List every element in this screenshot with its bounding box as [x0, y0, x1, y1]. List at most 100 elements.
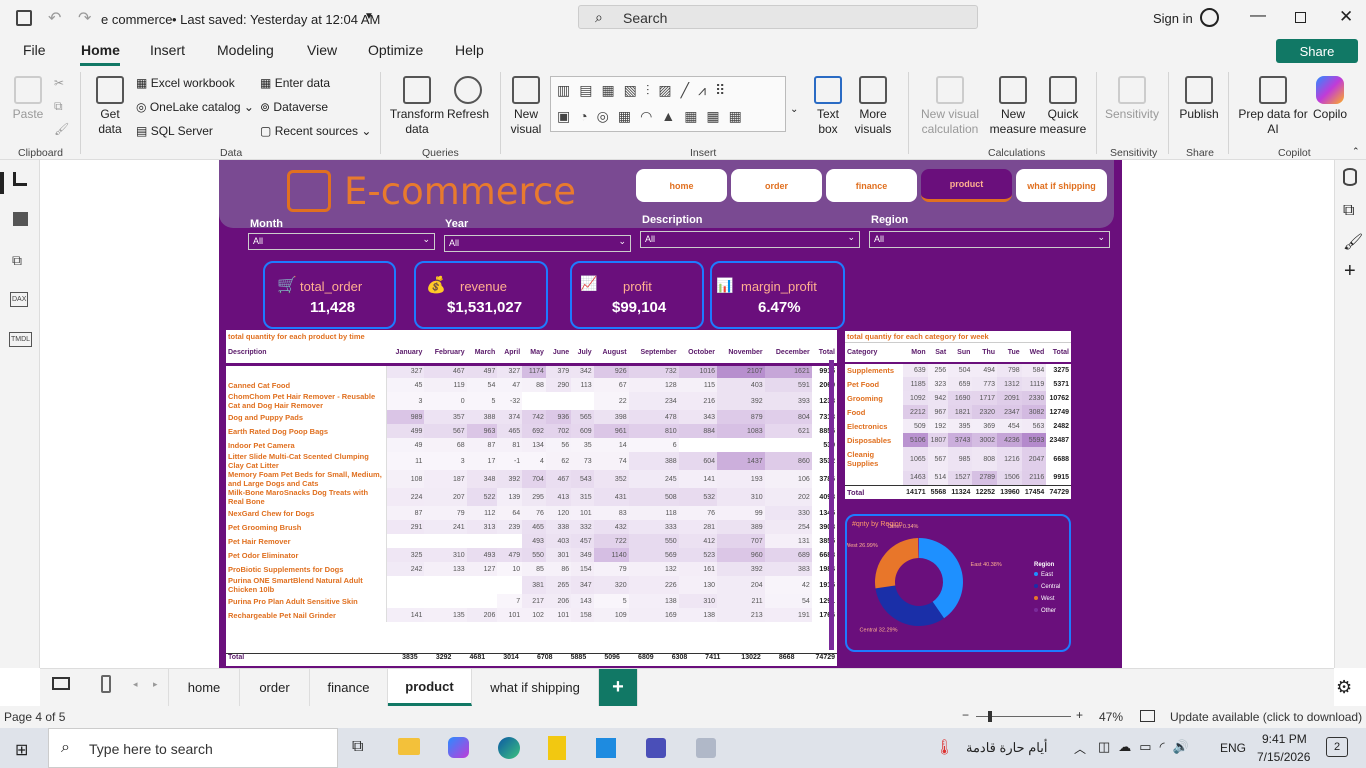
column-header[interactable]: Thu — [972, 343, 997, 363]
power-bi-icon[interactable] — [548, 736, 566, 760]
transform-data-button[interactable]: Transform data — [388, 76, 446, 137]
redo-icon[interactable]: ↷ — [78, 8, 91, 28]
table-row[interactable]: Dog and Puppy Pads 989 357 388 374 742 936 565 3… — [226, 410, 837, 424]
column-header[interactable]: Sun — [948, 343, 972, 363]
clock-date[interactable]: 7/15/2026 — [1257, 750, 1310, 764]
table-row[interactable]: Canned Cat Food 45 119 54 47 88 290 113 67 128 115… — [226, 378, 837, 392]
visual-gallery[interactable]: ▥▤▦▧⫶▨╱⩘⠿ ▣◔◎▦◠▲▦▦▦ — [550, 76, 786, 132]
table-row[interactable]: Pet Odor Eliminator 325 310 493 479 550 301 349… — [226, 548, 837, 562]
new-measure-button[interactable]: New measure — [988, 76, 1038, 137]
description-filter[interactable]: All ⌄ — [640, 231, 860, 248]
legend-item[interactable]: West — [1034, 596, 1060, 608]
desktop-layout-icon[interactable] — [52, 677, 70, 690]
donut-slice-west[interactable] — [875, 538, 919, 589]
refresh-button[interactable]: Refresh — [446, 76, 490, 122]
zoom-in-icon[interactable]: + — [1076, 708, 1083, 722]
nav-order-button[interactable]: order — [731, 169, 822, 202]
column-header[interactable]: April — [497, 342, 522, 364]
column-header[interactable]: Wed — [1022, 343, 1047, 363]
chevron-down-icon[interactable]: ▼ — [364, 11, 374, 22]
add-pane-icon[interactable]: + — [1344, 260, 1356, 283]
sign-in-link[interactable]: Sign in — [1153, 11, 1193, 26]
paste-button[interactable]: Paste — [10, 76, 46, 122]
cut-icon[interactable]: ✂ — [54, 76, 64, 90]
sql-server-button[interactable]: ▤ SQL Server — [136, 124, 213, 138]
column-header[interactable]: Total — [1046, 343, 1071, 363]
account-icon[interactable] — [1200, 8, 1219, 27]
weather-text[interactable]: أيام حارة قادمة — [966, 740, 1047, 756]
nav-home-button[interactable]: home — [636, 169, 727, 202]
table-row[interactable]: Memory Foam Pet Beds for Small, Medium, … — [226, 470, 837, 488]
table-row[interactable]: Cleanig Supplies 1065 567 985 808 1216 2047 668… — [845, 447, 1071, 471]
menu-optimize[interactable]: Optimize — [368, 42, 423, 58]
clock-time[interactable]: 9:41 PM — [1262, 732, 1307, 746]
table-row[interactable]: Rechargeable Pet Nail Grinder 141 135 206 10… — [226, 608, 837, 622]
share-button[interactable]: Share — [1276, 39, 1358, 63]
vertical-scrollbar[interactable] — [829, 360, 834, 650]
task-view-icon[interactable]: ⧉ — [352, 738, 363, 756]
table-row[interactable]: Pet Grooming Brush 291 241 313 239 465 338 332 4… — [226, 520, 837, 534]
teams-icon[interactable] — [646, 738, 666, 758]
tray-chevron-icon[interactable]: ︿ — [1074, 740, 1086, 757]
table-row[interactable]: NexGard Chew for Dogs 87 79 112 64 76 120 101 83… — [226, 506, 837, 520]
nav-product-button[interactable]: product — [921, 169, 1012, 202]
table-row[interactable]: 327 467 497 327 1174 379 342 926 732 1016 2107 1621… — [226, 364, 837, 378]
table-row[interactable]: Disposables 5106 1807 3743 3002 4236 5593 23487 — [845, 433, 1071, 447]
table-row[interactable]: Food 2212 967 1821 2320 2347 3082 12749 — [845, 405, 1071, 419]
menu-home[interactable]: Home — [81, 42, 120, 58]
total-row[interactable]: Total 14171 5568 11324 12252 13960 17454 74729 — [845, 485, 1071, 499]
format-pane-icon[interactable]: 🖌 — [1343, 232, 1363, 252]
nav-finance-button[interactable]: finance — [826, 169, 917, 202]
sensitivity-button[interactable]: Sensitivity — [1102, 76, 1162, 122]
column-header[interactable]: July — [571, 342, 593, 364]
table-row[interactable]: Supplements 639 256 504 494 798 584 3275 — [845, 363, 1071, 377]
menu-file[interactable]: File — [23, 42, 46, 58]
model-view-icon[interactable]: ⧉ — [12, 252, 22, 269]
publish-button[interactable]: Publish — [1176, 76, 1222, 122]
tray-icons[interactable]: ◫☁▭◜🔊 — [1098, 739, 1197, 755]
copy-icon[interactable]: ⧉ — [54, 99, 63, 114]
year-filter[interactable]: All ⌄ — [444, 235, 631, 252]
legend-item[interactable]: East — [1034, 572, 1060, 584]
format-painter-icon[interactable]: 🖌 — [54, 122, 69, 136]
column-header[interactable]: March — [467, 342, 498, 364]
notification-badge[interactable]: 2 — [1326, 737, 1348, 757]
snipping-tool-icon[interactable] — [696, 738, 716, 758]
report-view-icon[interactable] — [0, 172, 4, 194]
column-header[interactable]: Sat — [928, 343, 949, 363]
column-header[interactable]: September — [629, 342, 679, 364]
undo-icon[interactable]: ↶ — [48, 8, 61, 28]
nav-what-if-shipping-button[interactable]: what if shipping — [1016, 169, 1107, 202]
mobile-layout-icon[interactable] — [101, 675, 111, 693]
prev-page-icon[interactable]: ◂ — [133, 679, 138, 690]
close-icon[interactable]: ✕ — [1339, 7, 1353, 27]
table-row[interactable]: Grooming 1092 942 1690 1717 2091 2330 10762 — [845, 391, 1071, 405]
language-indicator[interactable]: ENG — [1220, 741, 1246, 755]
table-row[interactable]: ChomChom Pet Hair Remover - Reusable Cat… — [226, 392, 837, 410]
column-header[interactable]: Tue — [997, 343, 1022, 363]
donut-slice-central[interactable] — [875, 585, 945, 626]
legend-item[interactable]: Other — [1034, 608, 1060, 620]
edge-icon[interactable] — [498, 737, 520, 759]
enter-data-button[interactable]: ▦ Enter data — [260, 76, 330, 90]
page-tab-finance[interactable]: finance — [310, 669, 388, 706]
table-row[interactable]: Indoor Pet Camera496887811345635146530 — [226, 438, 837, 452]
table-row[interactable]: Pet Food 1185 323 659 773 1312 1119 5371 — [845, 377, 1071, 391]
column-header[interactable]: May — [522, 342, 546, 364]
page-tab-product[interactable]: product — [388, 669, 472, 706]
dax-query-icon[interactable]: DAX — [10, 292, 29, 307]
prep-data-for-ai-button[interactable]: Prep data for AI — [1236, 76, 1310, 137]
menu-insert[interactable]: Insert — [150, 42, 185, 58]
table-row[interactable]: 1463 514 1527 2789 1506 2116 9915 — [845, 471, 1071, 485]
store-icon[interactable] — [596, 738, 616, 758]
quick-measure-button[interactable]: Quick measure — [1038, 76, 1088, 137]
taskbar-search[interactable]: ⌕ Type here to search — [48, 728, 338, 768]
table-row[interactable]: Pet Hair Remover 493 403 457 722 550 412 707 131… — [226, 534, 837, 548]
menu-view[interactable]: View — [307, 42, 337, 58]
menu-help[interactable]: Help — [455, 42, 484, 58]
page-tab-home[interactable]: home — [168, 669, 240, 706]
report-view-button[interactable] — [13, 172, 27, 186]
table-row[interactable]: Electronics 509 192 395 369 454 563 2482 — [845, 419, 1071, 433]
column-header[interactable]: August — [594, 342, 629, 364]
product-time-matrix[interactable]: total quantity for each product by time … — [226, 330, 837, 666]
